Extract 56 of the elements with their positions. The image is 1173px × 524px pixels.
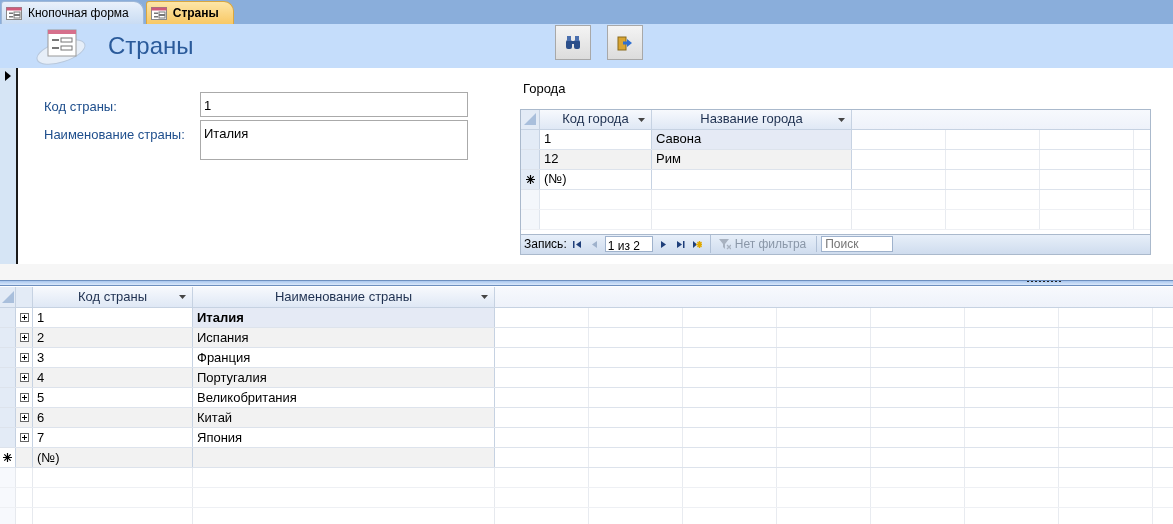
first-record-icon[interactable] <box>572 239 582 249</box>
row-selector[interactable] <box>0 448 16 467</box>
form-icon <box>6 6 22 20</box>
expand-icon[interactable] <box>19 353 29 362</box>
new-record-icon <box>525 174 535 184</box>
select-all-corner-icon <box>524 113 536 125</box>
subform-title: Города <box>523 80 567 98</box>
expand-icon[interactable] <box>19 393 29 402</box>
field-label: Код страны: <box>44 98 118 116</box>
close-button[interactable] <box>607 25 643 60</box>
table-cell: (№) <box>33 448 193 467</box>
table-cell: Италия <box>193 308 495 327</box>
record-pointer-icon <box>5 71 11 81</box>
record-number-field[interactable]: 1 из 2 <box>604 236 653 252</box>
field-label: Наименование страны: <box>44 126 186 145</box>
text-field[interactable]: 1 <box>200 92 468 117</box>
row-selector[interactable] <box>16 408 33 427</box>
binoculars-icon <box>565 35 581 50</box>
table-cell: Испания <box>193 328 495 347</box>
expand-icon[interactable] <box>19 313 29 322</box>
record-label: Запись: <box>524 236 567 253</box>
next-record-icon[interactable] <box>658 239 668 249</box>
row-selector[interactable] <box>16 368 33 387</box>
table-cell: 6 <box>33 408 193 427</box>
splitter-bar[interactable] <box>0 280 1173 286</box>
dropdown-arrow-icon <box>638 117 645 122</box>
search-field[interactable]: Поиск <box>821 236 894 252</box>
new-record-icon <box>3 453 12 462</box>
expand-icon[interactable] <box>19 413 29 422</box>
table-cell: 4 <box>33 368 193 387</box>
exit-door-icon <box>617 34 633 51</box>
expand-icon[interactable] <box>19 373 29 382</box>
form-title: Страны <box>108 31 194 61</box>
text-field[interactable]: Италия <box>200 120 468 161</box>
table-cell: 2 <box>33 328 193 347</box>
document-tab[interactable]: Страны <box>145 1 234 24</box>
column-header[interactable]: Название города <box>652 109 852 129</box>
dropdown-arrow-icon <box>838 117 845 122</box>
new-record-icon[interactable] <box>692 239 702 249</box>
record-selector-bar[interactable] <box>0 68 18 264</box>
expand-icon[interactable] <box>19 333 29 342</box>
form-icon <box>150 6 167 20</box>
column-header[interactable]: Код страны <box>33 287 193 307</box>
search-button[interactable] <box>555 25 591 60</box>
table-cell: Китай <box>193 408 495 427</box>
select-all-corner-icon <box>1 291 14 303</box>
table-cell: Португалия <box>193 368 495 387</box>
filter-icon <box>718 238 731 250</box>
column-header[interactable]: Код города <box>540 109 652 129</box>
expand-icon[interactable] <box>19 433 29 442</box>
row-selector[interactable] <box>16 328 33 347</box>
dropdown-arrow-icon <box>179 295 186 299</box>
column-header[interactable]: Наименование страны <box>193 287 495 307</box>
document-tab[interactable]: Кнопочная форма <box>1 1 144 24</box>
dropdown-arrow-icon <box>481 295 488 299</box>
last-record-icon[interactable] <box>675 239 685 249</box>
